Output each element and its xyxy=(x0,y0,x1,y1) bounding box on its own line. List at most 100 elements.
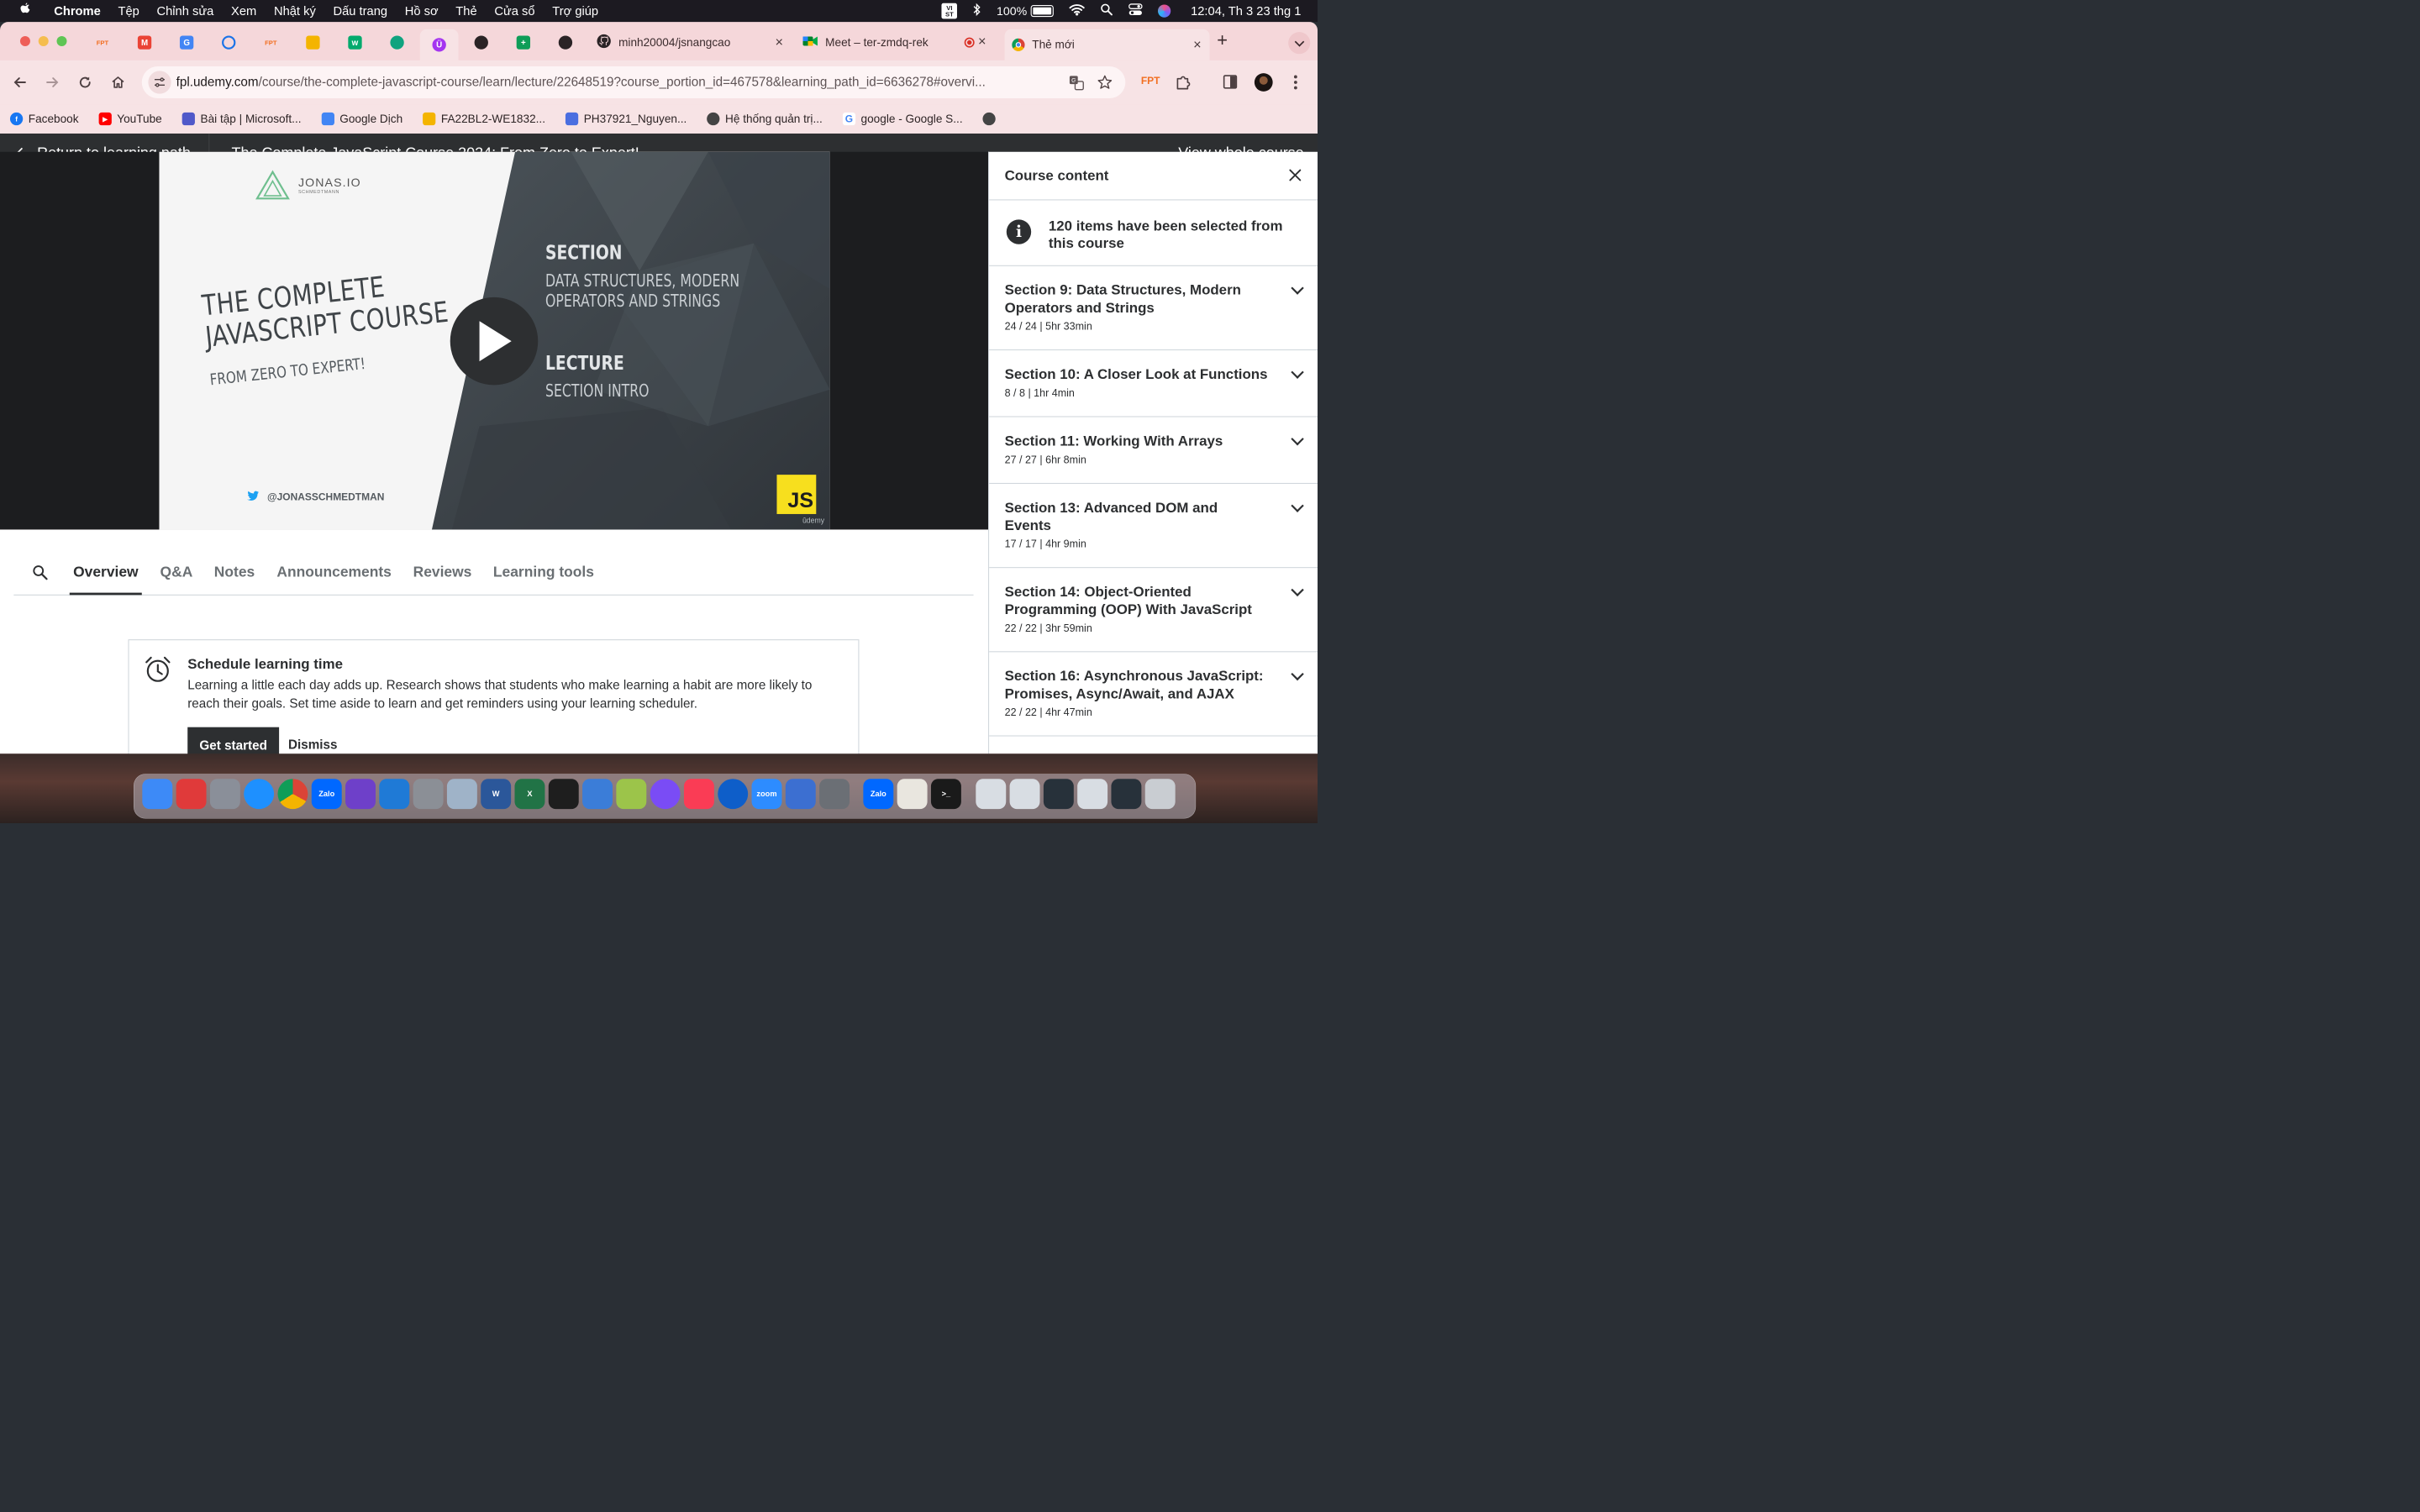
pinned-tab[interactable]: G xyxy=(167,29,206,56)
menu-item[interactable]: Hồ sơ xyxy=(405,4,439,18)
close-tab-icon[interactable]: × xyxy=(1193,37,1202,53)
tab-announcements[interactable]: Announcements xyxy=(276,564,391,580)
tab-meet[interactable]: Meet – ter-zmdq-rek xyxy=(796,29,988,56)
dismiss-button[interactable]: Dismiss xyxy=(288,738,337,752)
music-icon[interactable] xyxy=(683,779,714,810)
bookmark-item[interactable]: f Facebook xyxy=(9,113,79,126)
siri-icon[interactable] xyxy=(1157,4,1171,18)
zalo-icon[interactable]: Zalo xyxy=(311,779,342,810)
pinned-tab[interactable] xyxy=(546,29,585,56)
address-bar[interactable]: fpl.udemy.com/course/the-complete-javasc… xyxy=(141,66,1126,99)
pinned-tab[interactable] xyxy=(294,29,333,56)
word-icon[interactable]: W xyxy=(481,779,512,810)
zalo-icon[interactable]: Zalo xyxy=(863,779,894,810)
tab-search-button[interactable] xyxy=(1288,32,1311,55)
window-thumb-icon[interactable] xyxy=(1111,779,1142,810)
tab-q-a[interactable]: Q&A xyxy=(160,564,193,580)
excel-icon[interactable]: X xyxy=(514,779,545,810)
netbeans-icon[interactable] xyxy=(616,779,647,810)
close-tab-icon[interactable]: × xyxy=(978,34,986,50)
extensions-puzzle-icon[interactable] xyxy=(1175,74,1192,92)
bookmark-item[interactable]: FA22BL2-WE1832... xyxy=(423,113,545,126)
battery-icon[interactable] xyxy=(1030,4,1054,18)
terminal-icon[interactable]: >_ xyxy=(930,779,961,810)
bookmark-item[interactable]: Google Dịch xyxy=(321,113,402,126)
chevron-down-icon[interactable] xyxy=(1291,281,1304,295)
back-button[interactable] xyxy=(8,71,32,94)
apple-menu-icon[interactable] xyxy=(20,3,32,20)
safari-icon[interactable] xyxy=(244,779,275,810)
bookmark-star-icon[interactable] xyxy=(1097,75,1113,92)
messenger-icon[interactable] xyxy=(650,779,681,810)
github-desktop-icon[interactable] xyxy=(345,779,376,810)
new-tab-button[interactable]: + xyxy=(1217,30,1228,50)
chrome-icon[interactable] xyxy=(277,779,308,810)
preview-icon[interactable] xyxy=(446,779,477,810)
menu-item[interactable]: Xem xyxy=(231,4,256,18)
forward-button[interactable] xyxy=(40,71,64,94)
menu-item[interactable]: Chỉnh sửa xyxy=(156,4,213,18)
tab-overview[interactable]: Overview xyxy=(73,564,138,580)
course-section[interactable]: Section 9: Data Structures, Modern Operat… xyxy=(989,265,1318,351)
bookmark-item[interactable]: Ggoogle - Google S... xyxy=(842,113,963,126)
pinned-tab[interactable]: + xyxy=(504,29,543,56)
pinned-tab[interactable]: M xyxy=(125,29,164,56)
launchpad-icon[interactable] xyxy=(209,779,240,810)
window-thumb-icon[interactable] xyxy=(1077,779,1108,810)
pinned-tab[interactable]: w xyxy=(336,29,375,56)
window-thumb-icon[interactable] xyxy=(976,779,1007,810)
tab-reviews[interactable]: Reviews xyxy=(413,564,472,580)
site-info-icon[interactable] xyxy=(148,71,171,94)
pinned-tab[interactable]: Ü xyxy=(419,29,459,60)
fpt-extension-icon[interactable]: FPT xyxy=(1141,75,1160,87)
control-center-icon[interactable] xyxy=(1128,3,1143,19)
close-window-button[interactable] xyxy=(19,36,30,46)
play-button[interactable] xyxy=(450,297,539,386)
tab-github-repo[interactable]: minh20004/jsnangcao × xyxy=(590,29,792,56)
tab-notes[interactable]: Notes xyxy=(214,564,255,580)
pinned-tab[interactable]: FPT xyxy=(251,29,290,56)
bookmark-item[interactable]: Bài tập | Microsoft... xyxy=(182,113,302,126)
pinned-tab[interactable] xyxy=(462,29,501,56)
focus-icon[interactable] xyxy=(176,779,207,810)
menu-item[interactable]: Tệp xyxy=(118,4,139,18)
zoom-icon[interactable]: zoom xyxy=(751,779,782,810)
wifi-icon[interactable] xyxy=(1069,3,1085,18)
side-panel-icon[interactable] xyxy=(1223,75,1238,89)
translate-page-icon[interactable]: G xyxy=(1069,75,1085,92)
finder-icon[interactable] xyxy=(142,779,173,810)
bookmark-item[interactable]: Hệ thống quản trị... xyxy=(707,113,823,126)
xcode-tool-icon[interactable] xyxy=(582,779,613,810)
pinned-tab[interactable] xyxy=(378,29,417,56)
close-icon[interactable] xyxy=(1288,168,1302,184)
course-section[interactable]: Section 13: Advanced DOM and Events 17 / 1… xyxy=(989,483,1318,569)
bluetooth-icon[interactable] xyxy=(973,3,981,19)
bookmark-item[interactable]: PH37921_Nguyen... xyxy=(565,113,687,126)
vm-icon[interactable] xyxy=(785,779,816,810)
chevron-down-icon[interactable] xyxy=(1291,583,1304,597)
input-source-icon[interactable]: VI ST xyxy=(941,3,958,19)
settings-icon[interactable] xyxy=(413,779,444,810)
menu-item[interactable]: Trợ giúp xyxy=(552,4,598,18)
chevron-down-icon[interactable] xyxy=(1291,667,1304,681)
window-thumb-icon[interactable] xyxy=(1009,779,1040,810)
textedit-icon[interactable] xyxy=(897,779,928,810)
video-player[interactable]: JONAS.IO SCHMEDTMANN THE COMPLETE JAVASC… xyxy=(0,151,988,530)
close-tab-icon[interactable]: × xyxy=(776,34,784,50)
bookmark-item[interactable]: ▶ YouTube xyxy=(98,113,162,126)
menu-item[interactable]: Nhật ký xyxy=(274,4,316,18)
teamviewer-icon[interactable] xyxy=(718,779,749,810)
course-section[interactable]: Section 16: Asynchronous JavaScript: Prom… xyxy=(989,651,1318,737)
globe-icon[interactable] xyxy=(982,112,996,126)
menu-item[interactable]: Dấu trang xyxy=(334,4,388,18)
window-thumb-icon[interactable] xyxy=(1043,779,1074,810)
profile-avatar[interactable] xyxy=(1254,73,1273,92)
zoom-window-button[interactable] xyxy=(56,36,67,46)
pinned-tab[interactable]: FPT xyxy=(83,29,122,56)
search-icon[interactable] xyxy=(32,564,49,583)
pinned-tab[interactable] xyxy=(209,29,248,56)
menu-item[interactable]: Cửa sổ xyxy=(494,4,534,18)
system-prefs-icon[interactable] xyxy=(819,779,850,810)
tab-new-tab[interactable]: Thẻ mới × xyxy=(1004,29,1210,60)
url-text[interactable]: fpl.udemy.com/course/the-complete-javasc… xyxy=(176,75,1064,89)
